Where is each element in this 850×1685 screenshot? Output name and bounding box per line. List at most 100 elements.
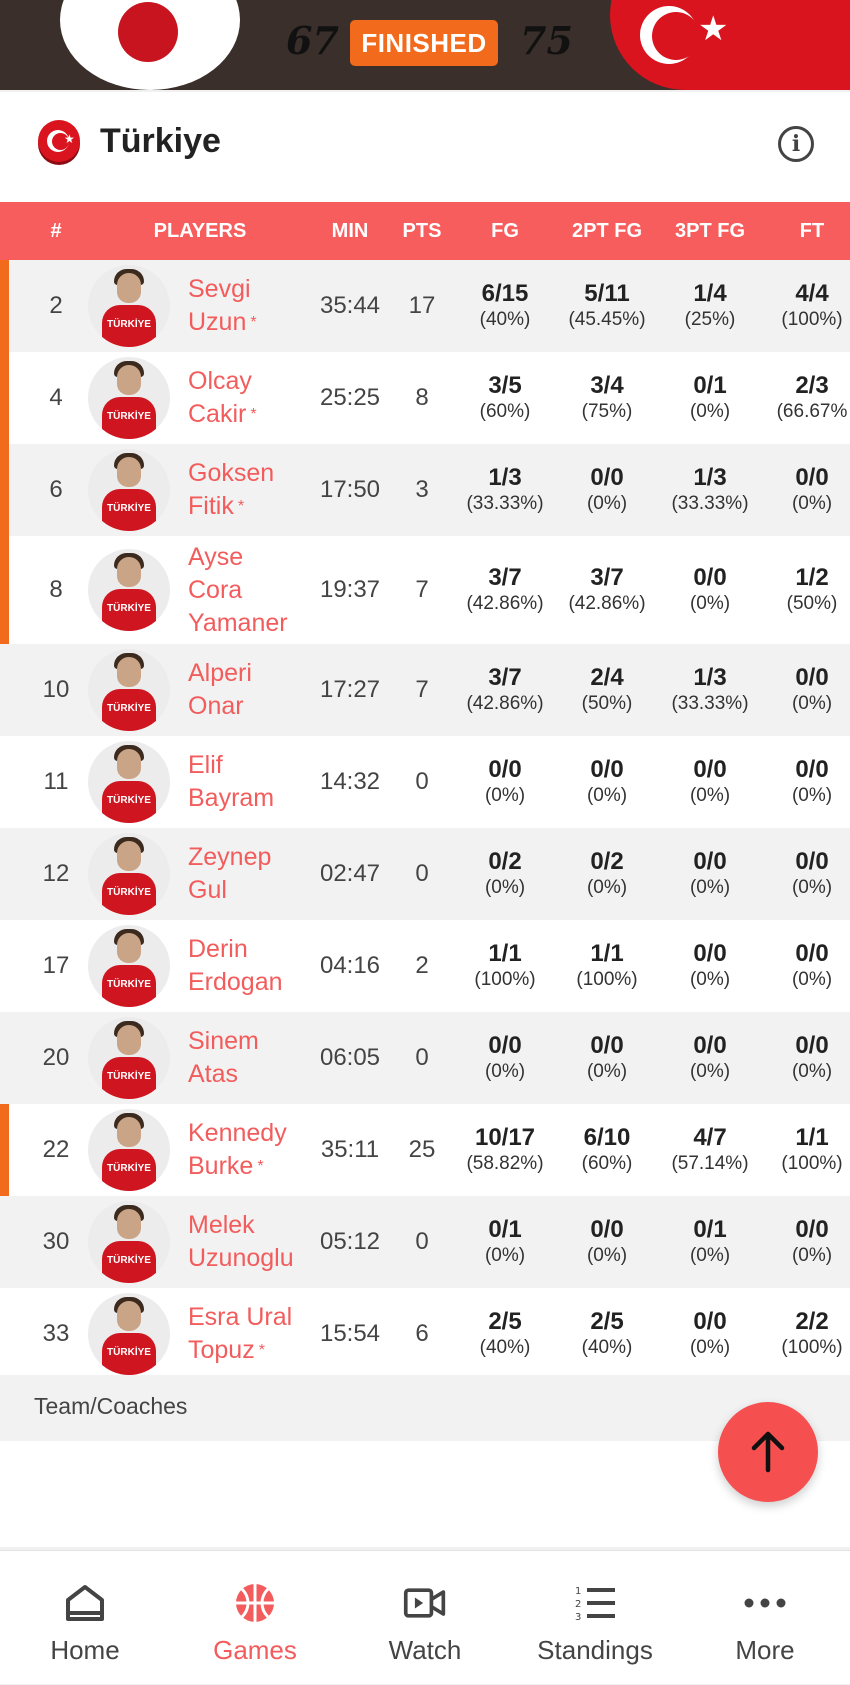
player-avatar[interactable]: TÜRKİYE (88, 1109, 170, 1191)
player-avatar[interactable]: TÜRKİYE (88, 649, 170, 731)
nav-games[interactable]: Games (170, 1551, 340, 1685)
table-row[interactable]: 22 TÜRKİYE Kennedy Burke * 35:11 25 10/17 (58.82… (0, 1104, 850, 1196)
player-avatar[interactable]: TÜRKİYE (88, 925, 170, 1007)
col-fg-header[interactable]: FG (455, 202, 555, 260)
points-value: 25 (408, 1136, 436, 1163)
col-ft-header[interactable]: FT (762, 202, 850, 260)
col-number-header[interactable]: # (20, 202, 92, 260)
player-name-link[interactable]: Sinem Atas (188, 1012, 259, 1104)
player-name-part: Onar (188, 692, 244, 720)
fg-stat: 1/1 (100%) (455, 920, 555, 1012)
table-row[interactable]: 4 TÜRKİYE Olcay Cakir * 25:25 8 3/5 (60%) 3/4 (75%… (0, 352, 850, 444)
table-row[interactable]: 11 TÜRKİYE Elif Bayram 14:32 0 0/0 (0%) 0/0 (0%) 0… (0, 736, 850, 828)
scroll-to-top-button[interactable] (718, 1402, 818, 1502)
jersey-text: TÜRKİYE (107, 319, 151, 330)
info-icon[interactable]: i (778, 126, 814, 162)
fg2-made-attempted: 0/0 (590, 464, 624, 491)
fg2-made-attempted: 1/1 (590, 940, 624, 967)
table-row[interactable]: 17 TÜRKİYE Derin Erdogan 04:16 2 1/1 (100%) 1/1(… (0, 920, 850, 1012)
basketball-icon (233, 1581, 277, 1625)
jersey-text: TÜRKİYE (107, 1163, 151, 1174)
fg-made-attempted: 3/7 (488, 664, 522, 691)
fg-stat: 0/1 (0%) (455, 1196, 555, 1288)
col-2pt-fg-header[interactable]: 2PT FG (557, 202, 657, 260)
fg2-percentage: (0%) (586, 1245, 628, 1266)
jersey-number: 4 (49, 384, 63, 411)
table-row[interactable]: 20 TÜRKİYE Sinem Atas 06:05 0 0/0 (0%) 0/0 (0%) 0/… (0, 1012, 850, 1104)
nav-more[interactable]: More (680, 1551, 850, 1685)
nav-watch[interactable]: Watch (340, 1551, 510, 1685)
fg2-percentage: (0%) (586, 493, 628, 514)
fg-made-attempted: 1/3 (488, 464, 522, 491)
player-name-link[interactable]: Zeynep Gul (188, 828, 271, 920)
nav-home[interactable]: Home (0, 1551, 170, 1685)
fg3-made-attempted: 0/0 (693, 1032, 727, 1059)
ft-made-attempted: 0/0 (795, 664, 829, 691)
fg3-stat: 0/0 (0%) (660, 1012, 760, 1104)
fg2-percentage: (40%) (581, 1337, 633, 1358)
col-players-header[interactable]: PLAYERS (150, 202, 250, 260)
player-name-link[interactable]: Goksen Fitik * (188, 444, 274, 536)
player-avatar[interactable]: TÜRKİYE (88, 357, 170, 439)
player-name-part: Elif (188, 751, 223, 779)
player-name-link[interactable]: Olcay Cakir * (188, 352, 257, 444)
table-row[interactable]: 6 TÜRKİYE Goksen Fitik * 17:50 3 1/3 (33.33%) 0/0… (0, 444, 850, 536)
player-name-link[interactable]: Alperi Onar (188, 644, 252, 736)
fg2-stat: 0/2 (0%) (557, 828, 657, 920)
player-name-link[interactable]: Elif Bayram (188, 736, 274, 828)
points-value: 7 (415, 676, 429, 703)
fg2-stat: 2/5 (40%) (557, 1288, 657, 1380)
fg-made-attempted: 0/0 (488, 1032, 522, 1059)
ft-made-attempted: 0/0 (795, 1216, 829, 1243)
ft-stat: 0/0 (0%) (762, 920, 850, 1012)
ranked-list-icon: 1 2 3 (573, 1581, 617, 1625)
ft-stat: 4/4 (100%) (762, 260, 850, 352)
player-avatar[interactable]: TÜRKİYE (88, 741, 170, 823)
col-min-header[interactable]: MIN (310, 202, 390, 260)
video-icon (403, 1581, 447, 1625)
nav-standings[interactable]: 1 2 3 Standings (510, 1551, 680, 1685)
minutes-value: 35:11 (320, 1136, 380, 1163)
player-avatar[interactable]: TÜRKİYE (88, 833, 170, 915)
player-name-link[interactable]: Melek Uzunoglu (188, 1196, 294, 1288)
player-avatar[interactable]: TÜRKİYE (88, 1017, 170, 1099)
player-avatar[interactable]: TÜRKİYE (88, 1293, 170, 1375)
table-row[interactable]: 33 TÜRKİYE Esra Ural Topuz * 15:54 6 2/5 (40%) 2/… (0, 1288, 850, 1380)
points-value: 3 (415, 476, 429, 503)
player-name-link[interactable]: Kennedy Burke * (188, 1104, 287, 1196)
ft-percentage: (0%) (791, 493, 833, 514)
col-3pt-fg-header[interactable]: 3PT FG (660, 202, 760, 260)
table-row[interactable]: 8 TÜRKİYE Ayse Cora Yamaner 19:37 7 3/7 (42.86%)… (0, 536, 850, 644)
table-row[interactable]: 10 TÜRKİYE Alperi Onar 17:27 7 3/7 (42.86%) 2/4(… (0, 644, 850, 736)
ft-stat: 1/2 (50%) (762, 536, 850, 644)
table-row[interactable]: 12 TÜRKİYE Zeynep Gul 02:47 0 0/2 (0%) 0/2 (0%) 0/… (0, 828, 850, 920)
table-row[interactable]: 2 TÜRKİYE Sevgi Uzun * 35:44 17 6/15 (40%) 5/11 (4… (0, 260, 850, 352)
fg2-made-attempted: 0/0 (590, 1032, 624, 1059)
minutes-value: 02:47 (319, 860, 381, 887)
ft-stat: 2/3 (66.67% (762, 352, 850, 444)
jersey-text: TÜRKİYE (107, 411, 151, 422)
player-name-link[interactable]: Derin Erdogan (188, 920, 283, 1012)
ft-stat: 0/0 (0%) (762, 736, 850, 828)
minutes-value: 15:54 (319, 1320, 381, 1347)
fg2-percentage: (50%) (581, 693, 633, 714)
fg2-stat: 2/4 (50%) (557, 644, 657, 736)
player-name-link[interactable]: Esra Ural Topuz * (188, 1288, 292, 1380)
player-name-part: Gul (188, 876, 227, 904)
table-row[interactable]: 30 TÜRKİYE Melek Uzunoglu 05:12 0 0/1 (0%) 0/0 (0… (0, 1196, 850, 1288)
jersey-number: 11 (43, 768, 69, 795)
player-avatar[interactable]: TÜRKİYE (88, 449, 170, 531)
player-avatar[interactable]: TÜRKİYE (88, 1201, 170, 1283)
jersey-number: 8 (49, 576, 63, 603)
player-avatar[interactable]: TÜRKİYE (88, 265, 170, 347)
ft-made-attempted: 4/4 (795, 280, 829, 307)
player-avatar[interactable]: TÜRKİYE (88, 549, 170, 631)
player-name-link[interactable]: Sevgi Uzun * (188, 260, 257, 352)
player-name-link[interactable]: Ayse Cora Yamaner (188, 536, 288, 644)
japan-flag-icon (118, 2, 178, 62)
ft-made-attempted: 1/2 (795, 564, 829, 591)
team-header: ★ Türkiye (0, 92, 850, 202)
fg-made-attempted: 3/5 (488, 372, 522, 399)
score-header: ★ 67 FINISHED 75 (0, 0, 850, 90)
col-pts-header[interactable]: PTS (392, 202, 452, 260)
